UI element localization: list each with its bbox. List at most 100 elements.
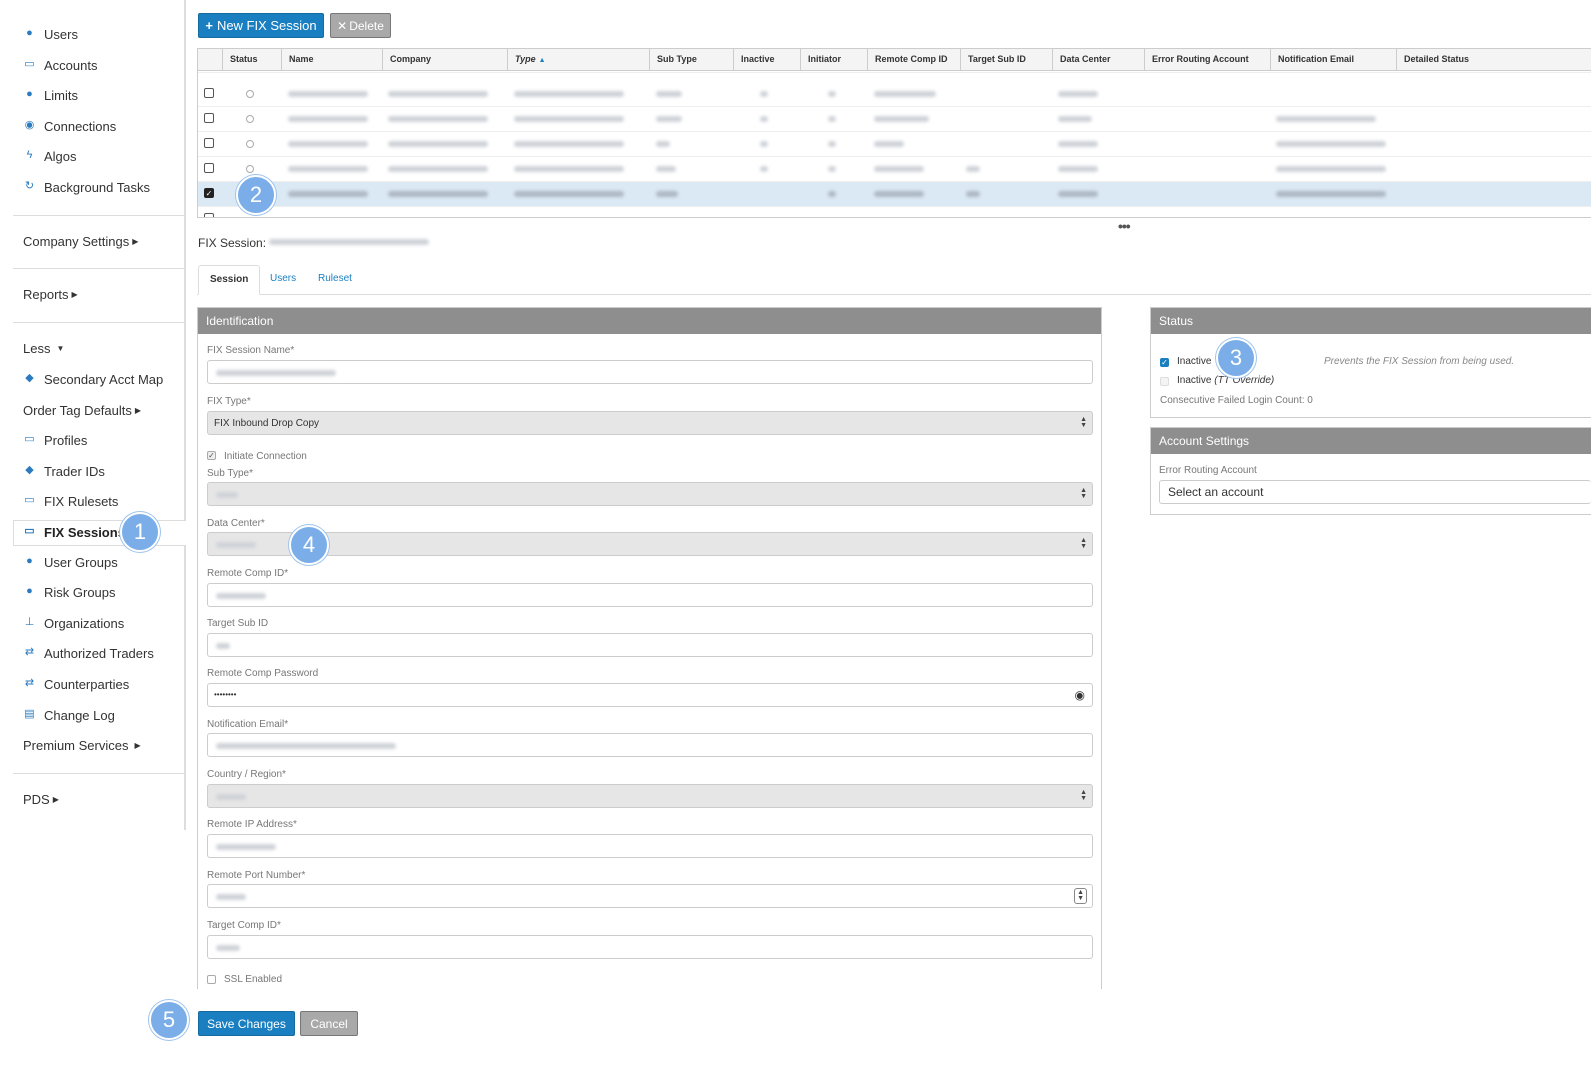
inactive-override-checkbox: [1160, 377, 1169, 386]
sidebar-item-label: Background Tasks: [44, 179, 150, 195]
sidebar-item-trader-ids[interactable]: ◆ Trader IDs: [25, 461, 105, 481]
sidebar-item-reports[interactable]: Reports ▶: [23, 284, 78, 304]
cancel-button[interactable]: Cancel: [300, 1011, 358, 1036]
inactive-checkbox[interactable]: ✓: [1160, 358, 1169, 367]
number-stepper-icon[interactable]: ▲ ▼: [1074, 888, 1087, 904]
sidebar-item-counterparties[interactable]: ⇄ Counterparties: [25, 674, 130, 694]
sidebar-item-accounts[interactable]: ▭ Accounts: [24, 55, 97, 75]
sidebar-item-fix-rulesets[interactable]: ▭ FIX Rulesets: [24, 491, 119, 511]
table-row[interactable]: [198, 67, 1591, 73]
sidebar-divider: [13, 322, 185, 323]
table-row[interactable]: [198, 157, 1591, 182]
error-routing-account-select[interactable]: Select an account: [1159, 480, 1591, 504]
row-checkbox-checked[interactable]: ✓: [204, 188, 214, 198]
notification-email-input[interactable]: [207, 733, 1093, 757]
row-checkbox[interactable]: [204, 213, 214, 217]
country-region-select[interactable]: ▲ ▼: [207, 784, 1093, 808]
data-center-select[interactable]: ▲ ▼: [207, 532, 1093, 556]
fix-type-label: FIX Type*: [207, 396, 251, 407]
row-checkbox[interactable]: [204, 163, 214, 173]
sidebar: ● Users ▭ Accounts ● Limits ◉ Connections ϟA…: [0, 0, 186, 830]
inbox-icon: ▭: [24, 494, 35, 506]
inactive-help-text: Prevents the FIX Session from being used…: [1324, 356, 1515, 367]
remote-port-input[interactable]: ▲ ▼: [207, 884, 1093, 908]
refresh-icon: ↻: [24, 180, 35, 192]
sidebar-item-order-tag-defaults[interactable]: Order Tag Defaults ▶: [23, 400, 141, 420]
status-indicator: [246, 140, 254, 148]
initiate-connection-checkbox[interactable]: ✓: [207, 451, 216, 460]
remote-ip-input[interactable]: [207, 834, 1093, 858]
fix-session-name-input[interactable]: [207, 360, 1093, 384]
remote-port-label: Remote Port Number*: [207, 870, 306, 881]
sub-type-select[interactable]: ▲ ▼: [207, 482, 1093, 506]
row-checkbox[interactable]: [204, 113, 214, 123]
sitemap-icon: ⊥: [24, 616, 35, 628]
sidebar-item-label: Change Log: [44, 707, 115, 723]
sidebar-item-secondary-acct-map[interactable]: ◆ Secondary Acct Map: [25, 369, 163, 389]
sidebar-item-connections[interactable]: ◉ Connections: [25, 116, 117, 136]
sidebar-item-fix-sessions[interactable]: ▭ FIX Sessions: [24, 522, 125, 542]
globe-icon: ◉: [24, 119, 35, 131]
exchange-icon: ⇄: [24, 646, 35, 658]
sidebar-item-less[interactable]: Less ▼: [23, 338, 64, 358]
target-comp-id-input[interactable]: [207, 935, 1093, 959]
password-value: ••••••••: [214, 690, 237, 699]
sidebar-item-label: Users: [44, 26, 78, 42]
table-row[interactable]: [198, 207, 1591, 217]
data-center-label: Data Center*: [207, 518, 265, 529]
failed-login-count: Consecutive Failed Login Count: 0: [1160, 395, 1313, 406]
delete-button[interactable]: ✕ Delete: [330, 13, 391, 38]
country-region-label: Country / Region*: [207, 769, 286, 780]
sidebar-item-premium-services[interactable]: Premium Services ▶: [23, 735, 141, 755]
tab-session[interactable]: Session: [198, 265, 261, 295]
sidebar-item-profiles[interactable]: ▭ Profiles: [24, 430, 87, 450]
fix-type-value: FIX Inbound Drop Copy: [214, 418, 320, 429]
sidebar-item-label: Counterparties: [44, 676, 130, 692]
sidebar-item-pds[interactable]: PDS ▶: [23, 789, 59, 809]
sidebar-item-authorized-traders[interactable]: ⇄ Authorized Traders: [25, 643, 154, 663]
sidebar-item-company-settings[interactable]: Company Settings ▶: [23, 231, 138, 251]
row-checkbox[interactable]: [204, 138, 214, 148]
remote-comp-password-input[interactable]: •••••••• ◉: [207, 683, 1093, 707]
step-badge-3: 3: [1216, 338, 1256, 378]
resize-handle-icon[interactable]: •••: [1118, 218, 1131, 234]
close-icon: ✕: [337, 18, 348, 33]
save-changes-button[interactable]: Save Changes: [198, 1011, 295, 1036]
eye-icon[interactable]: ◉: [1075, 688, 1085, 702]
sidebar-item-label: FIX Rulesets: [44, 493, 119, 509]
sidebar-item-users[interactable]: ● Users: [26, 24, 78, 44]
ssl-enabled-checkbox[interactable]: [207, 975, 216, 984]
target-sub-id-input[interactable]: [207, 633, 1093, 657]
sidebar-item-label: Algos: [44, 148, 77, 164]
select-arrows-icon: ▲ ▼: [1080, 416, 1087, 429]
sidebar-item-label: Company Settings: [23, 233, 130, 249]
table-row[interactable]: [198, 82, 1591, 107]
step-badge-4: 4: [289, 525, 329, 565]
sidebar-item-limits[interactable]: ● Limits: [26, 85, 78, 105]
user-icon: ●: [26, 27, 33, 39]
sidebar-item-label: Reports: [23, 286, 69, 302]
table-row-selected[interactable]: ✓: [198, 182, 1591, 207]
sidebar-item-change-log[interactable]: ▤ Change Log: [24, 705, 115, 725]
table-row[interactable]: [198, 107, 1591, 132]
delete-label: Delete: [349, 18, 384, 33]
sidebar-item-algos[interactable]: ϟ Algos: [27, 146, 77, 166]
select-arrows-icon: ▲ ▼: [1080, 487, 1087, 500]
step-badge-2: 2: [236, 175, 276, 215]
sidebar-item-organizations[interactable]: ⊥ Organizations: [25, 613, 125, 633]
sidebar-item-risk-groups[interactable]: ● Risk Groups: [26, 582, 115, 602]
sidebar-item-user-groups[interactable]: ● User Groups: [26, 552, 118, 572]
fix-type-select[interactable]: FIX Inbound Drop Copy ▲ ▼: [207, 411, 1093, 435]
sidebar-item-background-tasks[interactable]: ↻ Background Tasks: [25, 177, 150, 197]
tab-users[interactable]: Users: [259, 265, 307, 295]
sidebar-item-label: Connections: [44, 118, 117, 134]
table-row[interactable]: [198, 132, 1591, 157]
sort-ascending-icon: ▲: [538, 57, 546, 64]
remote-comp-id-input[interactable]: [207, 583, 1093, 607]
account-settings-header: Account Settings: [1151, 428, 1591, 454]
new-fix-session-button[interactable]: + New FIX Session: [198, 13, 324, 38]
row-checkbox[interactable]: [204, 88, 214, 98]
sidebar-item-label: Limits: [44, 87, 78, 103]
tab-ruleset[interactable]: Ruleset: [307, 265, 363, 295]
sidebar-divider: [13, 773, 185, 774]
